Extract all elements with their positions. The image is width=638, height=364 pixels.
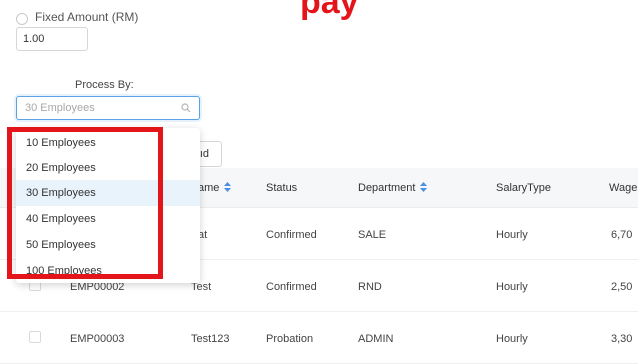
cell-status: Confirmed <box>266 281 317 293</box>
search-icon <box>181 103 191 113</box>
fixed-amount-input[interactable] <box>16 27 88 51</box>
dropdown-option-10[interactable]: 10 Employees <box>16 130 200 156</box>
table-row[interactable]: EMP00003 Test123 Probation ADMIN Hourly … <box>0 312 638 364</box>
cell-salarytype: Hourly <box>496 281 528 293</box>
dropdown-option-40[interactable]: 40 Employees <box>16 206 200 232</box>
dropdown-option-30[interactable]: 30 Employees <box>16 180 200 206</box>
column-header-department-label: Department <box>358 182 416 194</box>
cell-department: RND <box>358 281 382 293</box>
cell-status: Confirmed <box>266 229 317 241</box>
cell-salarytype: Hourly <box>496 333 528 345</box>
page-title: pay <box>300 0 359 21</box>
cell-department: ADMIN <box>358 333 394 345</box>
column-header-name-label: ame <box>198 182 220 194</box>
fixed-amount-radio[interactable] <box>16 13 28 25</box>
cell-employee-id: EMP00003 <box>70 333 125 345</box>
process-by-selected-value: 30 Employees <box>25 102 95 114</box>
process-by-select[interactable]: 30 Employees <box>16 96 200 120</box>
row-checkbox[interactable] <box>29 331 41 343</box>
cell-wage: 2,50 <box>611 281 633 293</box>
column-header-name[interactable]: ame <box>198 182 232 194</box>
cell-department: SALE <box>358 229 387 241</box>
cell-wage: 3,30 <box>611 333 633 345</box>
column-header-department[interactable]: Department <box>358 182 428 194</box>
column-header-status: Status <box>266 182 298 194</box>
cell-wage: 6,70 <box>611 229 633 241</box>
dropdown-option-50[interactable]: 50 Employees <box>16 232 200 258</box>
column-header-salarytype: SalaryType <box>496 182 552 194</box>
column-header-wage: Wage <box>609 182 638 194</box>
cell-status: Probation <box>266 333 314 345</box>
sort-icon[interactable] <box>224 182 232 192</box>
cell-salarytype: Hourly <box>496 229 528 241</box>
process-by-dropdown: 10 Employees 20 Employees 30 Employees 4… <box>16 128 200 283</box>
cell-name: Test123 <box>191 333 230 345</box>
sort-icon[interactable] <box>420 182 428 192</box>
process-by-label: Process By: <box>75 79 134 91</box>
dropdown-option-20[interactable]: 20 Employees <box>16 155 200 181</box>
fixed-amount-label: Fixed Amount (RM) <box>35 10 139 24</box>
dropdown-option-100[interactable]: 100 Employees <box>16 258 200 283</box>
